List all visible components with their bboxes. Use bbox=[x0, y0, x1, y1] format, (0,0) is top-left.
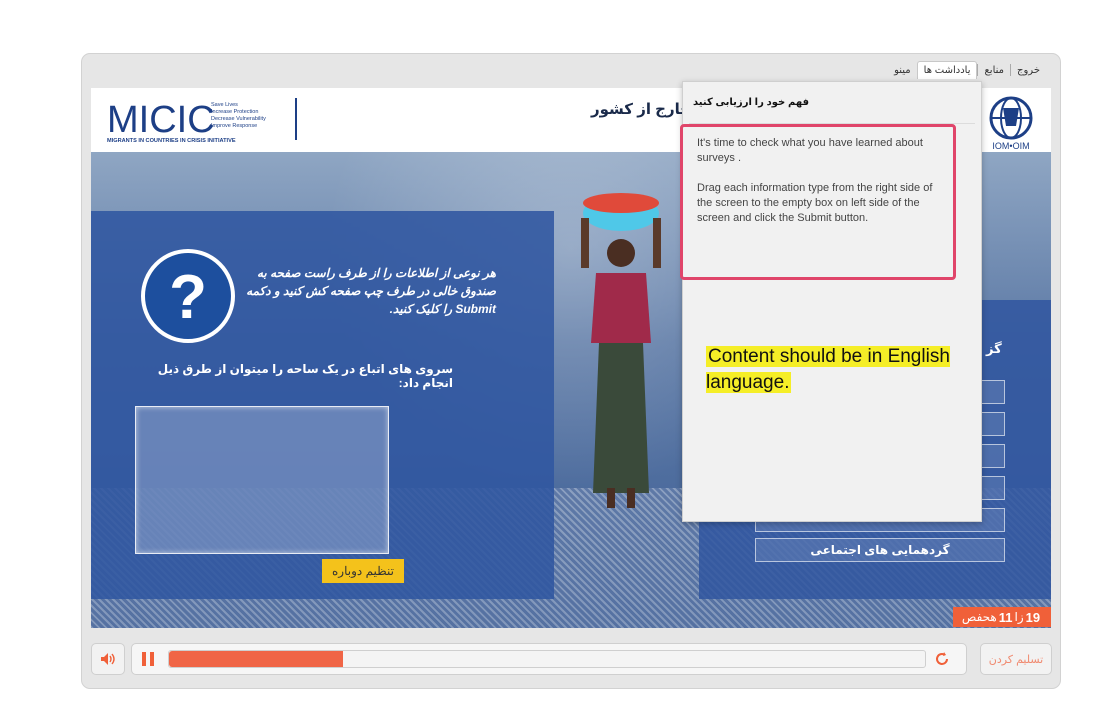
review-annotation: Content should be in English language. bbox=[706, 344, 1006, 396]
drop-target-box[interactable] bbox=[135, 406, 389, 554]
seek-container bbox=[131, 643, 967, 675]
tab-notes[interactable]: یادداشت ها bbox=[916, 61, 978, 79]
tab-menu[interactable]: مینو bbox=[888, 62, 917, 79]
logo-tagline: Improve Response bbox=[211, 123, 257, 129]
slide-suffix: هحفص bbox=[961, 610, 997, 624]
logo-name: MICIC bbox=[107, 99, 215, 141]
playback-controls: تسلیم کردن bbox=[91, 640, 1053, 676]
iom-globe-icon: IOM•OIM bbox=[989, 96, 1033, 151]
player-frame: خروج منابع یادداشت ها مینو MICIC Save Li… bbox=[81, 53, 1061, 689]
logo-tagline: Increase Protection bbox=[211, 109, 258, 115]
slide-counter: 19 زا 11 هحفص bbox=[953, 607, 1051, 627]
notes-body: It's time to check what you have learned… bbox=[697, 136, 933, 226]
notes-paragraph: Drag each information type from the righ… bbox=[697, 182, 933, 224]
slide-separator: زا bbox=[1014, 610, 1024, 624]
reset-button[interactable]: تنظیم دوباره bbox=[322, 559, 404, 583]
micic-logo: MICIC Save Lives Increase Protection Dec… bbox=[107, 99, 266, 144]
notes-paragraph: It's time to check what you have learned… bbox=[697, 137, 923, 164]
replay-icon[interactable] bbox=[934, 651, 950, 667]
logo-divider bbox=[295, 98, 297, 140]
annotation-text: Content should be in English language. bbox=[706, 346, 950, 393]
notes-panel: فهم خود را ارزیابی کنید It's time to che… bbox=[682, 81, 982, 522]
instruction-text: هر نوعی از اطلاعات را از طرف راست صفحه ب… bbox=[246, 266, 496, 316]
volume-icon bbox=[101, 653, 115, 665]
slide-current: 19 bbox=[1025, 609, 1041, 625]
notes-title: فهم خود را ارزیابی کنید bbox=[693, 97, 809, 108]
submit-button[interactable]: تسلیم کردن bbox=[980, 643, 1052, 675]
tab-resources[interactable]: منابع bbox=[978, 62, 1010, 79]
progress-track[interactable] bbox=[168, 650, 926, 668]
slide-total: 11 bbox=[998, 609, 1013, 625]
progress-fill bbox=[169, 651, 343, 667]
notes-divider bbox=[689, 123, 975, 124]
nav-divider bbox=[1010, 64, 1012, 76]
question-icon: ? bbox=[141, 249, 235, 343]
logo-tagline: Save Lives bbox=[211, 102, 238, 108]
svg-text:?: ? bbox=[169, 263, 207, 332]
tab-exit[interactable]: خروج bbox=[1011, 62, 1046, 79]
iom-label: IOM•OIM bbox=[992, 141, 1029, 151]
question-text: سروی های اتباع در یک ساحه را میتوان از ط… bbox=[157, 362, 453, 390]
logo-tagline: Decrease Vulnerability bbox=[211, 116, 266, 122]
page-title: خارج از کشور bbox=[591, 101, 692, 118]
logo-subtitle: MIGRANTS IN COUNTRIES IN CRISIS INITIATI… bbox=[107, 138, 236, 144]
top-nav: خروج منابع یادداشت ها مینو bbox=[888, 60, 1046, 80]
nav-divider bbox=[977, 64, 979, 76]
drag-option-social-gatherings[interactable]: گردهمایی های اجتماعی bbox=[755, 538, 1005, 562]
woman-figure bbox=[581, 193, 661, 508]
volume-button[interactable] bbox=[91, 643, 125, 675]
pause-icon[interactable] bbox=[142, 652, 156, 666]
